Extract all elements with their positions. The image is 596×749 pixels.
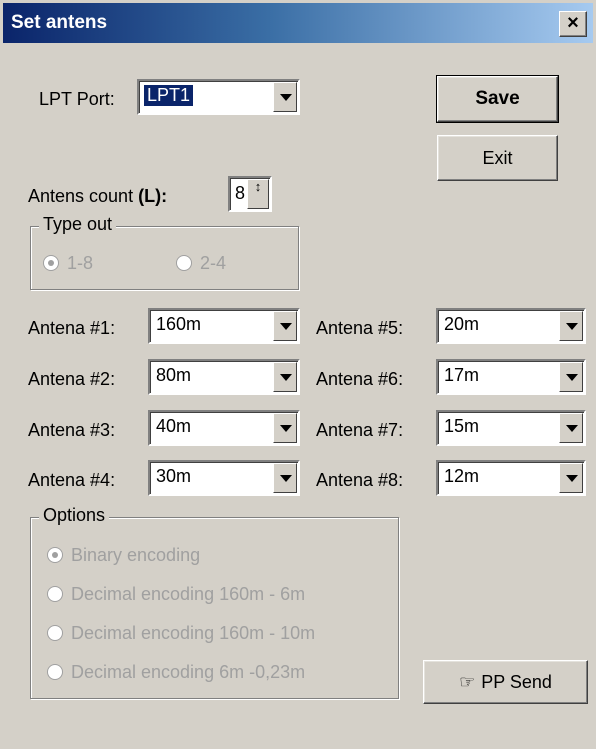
pointing-hand-icon: ☞ — [459, 672, 476, 692]
chevron-down-icon[interactable] — [559, 362, 583, 392]
antenna-7-value: 15m — [444, 416, 480, 436]
radio-icon — [176, 255, 192, 271]
option-binary-encoding: Binary encoding — [47, 545, 200, 566]
chevron-down-icon[interactable] — [559, 463, 583, 493]
type-out-legend: Type out — [39, 214, 117, 235]
chevron-down-icon[interactable] — [273, 413, 297, 443]
antenna-5-value: 20m — [444, 314, 480, 334]
lpt-port-label: LPT Port: — [39, 89, 115, 109]
antenna-6-select[interactable]: 17m — [436, 359, 586, 395]
antenna-1-label: Antena #1: — [28, 318, 116, 338]
chevron-down-icon[interactable] — [273, 362, 297, 392]
title-bar[interactable]: Set antens × — [3, 3, 593, 43]
options-group: Options Binary encoding Decimal encoding… — [30, 505, 399, 699]
antenna-4-label: Antena #4: — [28, 470, 116, 490]
antenna-7-label: Antena #7: — [316, 420, 404, 440]
antenna-1-value: 160m — [156, 314, 202, 334]
antenna-8-value: 12m — [444, 466, 480, 486]
options-legend: Options — [39, 505, 110, 526]
antenna-7-select[interactable]: 15m — [436, 410, 586, 446]
antenna-5-label: Antena #5: — [316, 318, 404, 338]
save-button[interactable]: Save — [436, 75, 559, 123]
lpt-port-select[interactable]: LPT1 — [137, 79, 300, 115]
option-decimal-160-10: Decimal encoding 160m - 10m — [47, 623, 315, 644]
antenna-4-select[interactable]: 30m — [148, 460, 300, 496]
chevron-down-icon[interactable] — [559, 413, 583, 443]
antenna-3-value: 40m — [156, 416, 192, 436]
antenna-3-label: Antena #3: — [28, 420, 116, 440]
antenna-5-select[interactable]: 20m — [436, 308, 586, 344]
chevron-down-icon[interactable] — [273, 311, 297, 341]
radio-icon — [47, 586, 63, 602]
radio-icon — [47, 625, 63, 641]
pp-send-button[interactable]: ☞ PP Send — [423, 660, 588, 704]
spin-updown-icon[interactable]: ↕ — [247, 179, 269, 209]
antenna-3-select[interactable]: 40m — [148, 410, 300, 446]
antenna-6-label: Antena #6: — [316, 369, 404, 389]
set-antens-dialog: Set antens × LPT Port: LPT1 Save Exit An… — [0, 0, 596, 749]
antenna-4-value: 30m — [156, 466, 192, 486]
type-out-radio-2-4: 2-4 — [176, 253, 226, 274]
pp-send-label: PP Send — [481, 672, 552, 692]
antenna-6-value: 17m — [444, 365, 480, 385]
antenna-1-select[interactable]: 160m — [148, 308, 300, 344]
option-decimal-6-023: Decimal encoding 6m -0,23m — [47, 662, 305, 683]
antens-count-stepper[interactable]: 8 ↕ — [228, 176, 272, 212]
exit-button[interactable]: Exit — [437, 135, 558, 181]
chevron-down-icon[interactable] — [273, 463, 297, 493]
option-decimal-160-6: Decimal encoding 160m - 6m — [47, 584, 305, 605]
chevron-down-icon[interactable] — [559, 311, 583, 341]
chevron-down-icon[interactable] — [273, 82, 297, 112]
antens-count-label: Antens count (L): — [28, 186, 168, 206]
antens-count-value: 8 — [235, 183, 246, 203]
antenna-2-value: 80m — [156, 365, 192, 385]
radio-icon — [47, 664, 63, 680]
radio-selected-icon — [43, 255, 59, 271]
type-out-group: Type out 1-8 2-4 — [30, 214, 299, 290]
radio-selected-icon — [47, 547, 63, 563]
close-button[interactable]: × — [559, 11, 587, 37]
antenna-8-label: Antena #8: — [316, 470, 404, 490]
antenna-2-label: Antena #2: — [28, 369, 116, 389]
window-title: Set antens — [11, 12, 108, 33]
lpt-port-value: LPT1 — [144, 85, 194, 106]
antenna-8-select[interactable]: 12m — [436, 460, 586, 496]
antenna-2-select[interactable]: 80m — [148, 359, 300, 395]
type-out-radio-1-8: 1-8 — [43, 253, 93, 274]
